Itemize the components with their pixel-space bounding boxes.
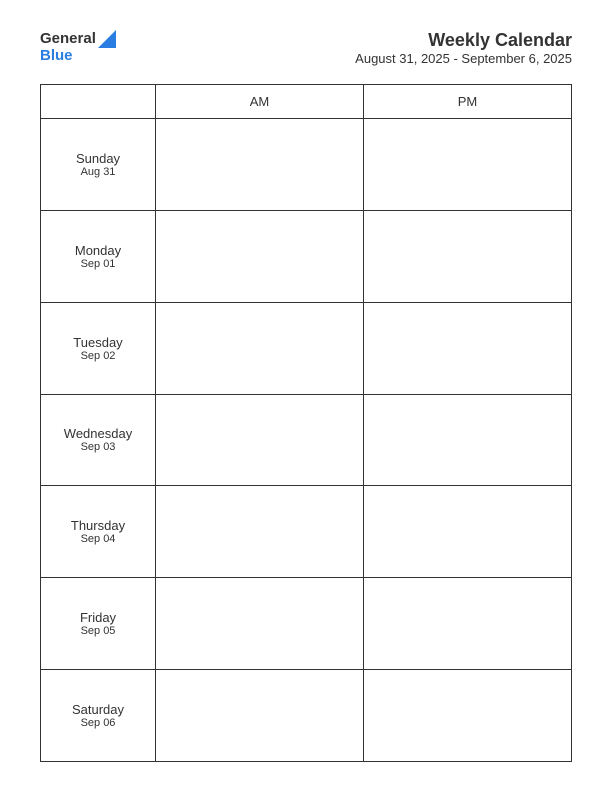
day-cell: MondaySep 01 bbox=[41, 210, 156, 302]
table-row: FridaySep 05 bbox=[41, 578, 572, 670]
pm-cell bbox=[364, 119, 572, 211]
am-cell bbox=[156, 486, 364, 578]
day-name: Thursday bbox=[45, 518, 151, 533]
title-section: Weekly Calendar August 31, 2025 - Septem… bbox=[355, 30, 572, 66]
header: General Blue Weekly Calendar August 31, … bbox=[40, 30, 572, 66]
day-cell: TuesdaySep 02 bbox=[41, 302, 156, 394]
am-cell bbox=[156, 670, 364, 762]
am-cell bbox=[156, 394, 364, 486]
logo-blue-text: Blue bbox=[40, 48, 73, 65]
pm-cell bbox=[364, 394, 572, 486]
am-cell bbox=[156, 302, 364, 394]
day-name: Monday bbox=[45, 243, 151, 258]
pm-cell bbox=[364, 302, 572, 394]
day-name: Friday bbox=[45, 610, 151, 625]
table-row: MondaySep 01 bbox=[41, 210, 572, 302]
table-row: TuesdaySep 02 bbox=[41, 302, 572, 394]
logo-triangle-icon bbox=[98, 30, 116, 48]
header-pm-col: PM bbox=[364, 85, 572, 119]
page: General Blue Weekly Calendar August 31, … bbox=[0, 0, 612, 792]
day-date: Sep 01 bbox=[45, 258, 151, 270]
table-row: SaturdaySep 06 bbox=[41, 670, 572, 762]
pm-cell bbox=[364, 670, 572, 762]
table-row: ThursdaySep 04 bbox=[41, 486, 572, 578]
day-date: Aug 31 bbox=[45, 166, 151, 178]
am-cell bbox=[156, 119, 364, 211]
calendar-title: Weekly Calendar bbox=[355, 30, 572, 51]
day-cell: FridaySep 05 bbox=[41, 578, 156, 670]
calendar-subtitle: August 31, 2025 - September 6, 2025 bbox=[355, 51, 572, 66]
day-date: Sep 06 bbox=[45, 717, 151, 729]
pm-cell bbox=[364, 210, 572, 302]
day-name: Saturday bbox=[45, 702, 151, 717]
day-date: Sep 05 bbox=[45, 625, 151, 637]
day-name: Tuesday bbox=[45, 335, 151, 350]
day-name: Sunday bbox=[45, 151, 151, 166]
day-name: Wednesday bbox=[45, 426, 151, 441]
day-cell: ThursdaySep 04 bbox=[41, 486, 156, 578]
header-day-col bbox=[41, 85, 156, 119]
am-cell bbox=[156, 210, 364, 302]
am-cell bbox=[156, 578, 364, 670]
table-header-row: AM PM bbox=[41, 85, 572, 119]
pm-cell bbox=[364, 578, 572, 670]
calendar-table: AM PM SundayAug 31MondaySep 01TuesdaySep… bbox=[40, 84, 572, 762]
day-date: Sep 03 bbox=[45, 441, 151, 453]
day-cell: SundayAug 31 bbox=[41, 119, 156, 211]
day-date: Sep 02 bbox=[45, 350, 151, 362]
table-row: WednesdaySep 03 bbox=[41, 394, 572, 486]
logo: General Blue bbox=[40, 30, 116, 65]
header-am-col: AM bbox=[156, 85, 364, 119]
pm-cell bbox=[364, 486, 572, 578]
day-cell: SaturdaySep 06 bbox=[41, 670, 156, 762]
table-row: SundayAug 31 bbox=[41, 119, 572, 211]
logo-general-text: General bbox=[40, 31, 96, 48]
day-cell: WednesdaySep 03 bbox=[41, 394, 156, 486]
day-date: Sep 04 bbox=[45, 533, 151, 545]
